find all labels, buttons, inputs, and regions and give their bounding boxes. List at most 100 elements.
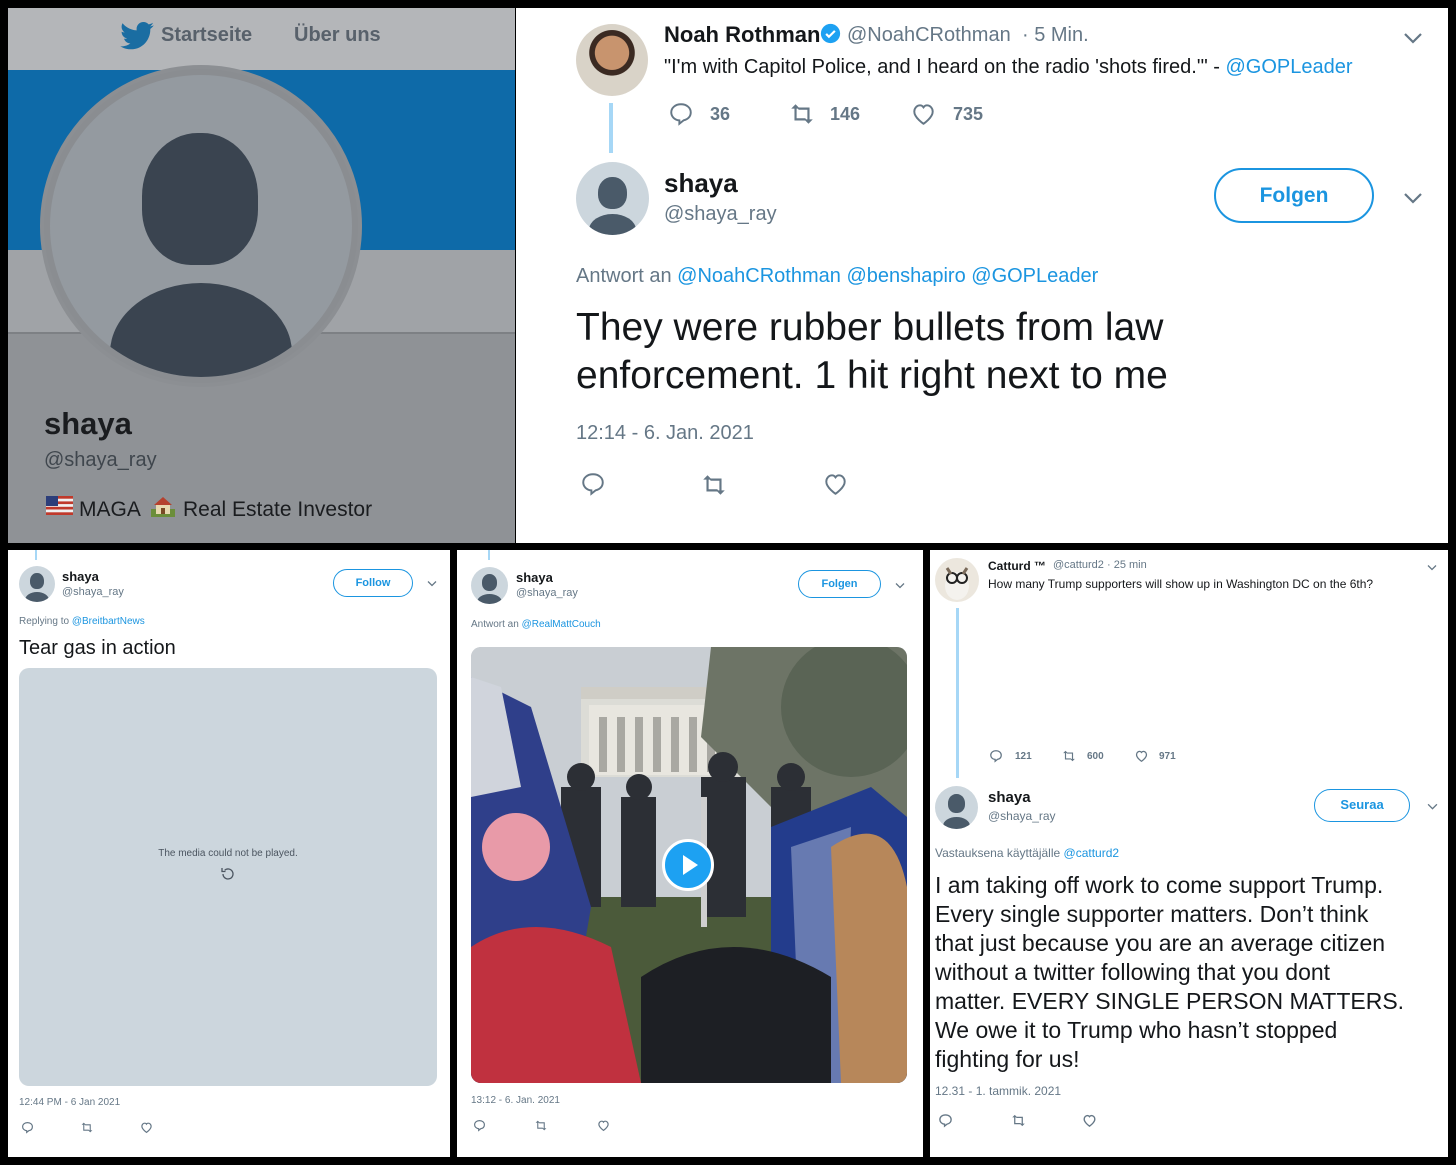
shaya-avatar[interactable] [471,567,508,604]
media-error-text: The media could not be played. [158,848,298,859]
nav-about-link[interactable]: Über uns [294,24,381,47]
video-player[interactable] [471,647,907,1083]
thread-line [35,550,37,560]
heart-icon[interactable] [597,1119,610,1132]
parent-author-handle[interactable]: @NoahCRothman [847,24,1011,47]
like-count: 971 [1159,750,1176,762]
house-icon [149,493,177,517]
verified-badge-icon [820,23,841,44]
follow-button[interactable]: Seuraa [1314,789,1410,822]
reply-mention-link[interactable]: @catturd2 [1064,846,1120,860]
retweet-icon[interactable] [1010,1113,1027,1128]
media-player[interactable]: The media could not be played. [19,668,437,1086]
catturd-tweet-panel: Catturd ™ @catturd2 · 25 min How many Tr… [930,550,1448,1157]
retweet-icon[interactable] [700,472,728,498]
chevron-down-icon[interactable] [895,582,905,589]
like-button[interactable]: 735 [910,101,983,127]
author-handle[interactable]: @shaya_ray [988,809,1056,823]
profile-nav [8,8,515,71]
follow-button[interactable]: Follow [333,569,413,597]
reply-icon [670,103,692,126]
tweet-text-line: matter. EVERY SINGLE PERSON MATTERS. [935,988,1405,1014]
reply-mentions-link[interactable]: @NoahCRothman @benshapiro @GOPLeader [677,265,1098,287]
shaya-avatar[interactable] [19,566,55,602]
author-name[interactable]: shaya [516,570,553,585]
chevron-down-icon[interactable] [1403,192,1423,204]
noah-avatar[interactable] [576,24,648,96]
twitter-bird-icon[interactable] [120,22,154,50]
heart-icon[interactable] [822,471,849,497]
parent-time: · 5 Min. [1022,24,1089,46]
reply-mention-link[interactable]: @RealMattCouch [522,619,601,630]
parent-tweet-text: How many Trump supporters will show up i… [988,577,1374,591]
reply-prefix: Antwort an [471,619,519,630]
reply-button[interactable]: 121 [989,749,1032,763]
retry-icon[interactable] [220,866,236,882]
profile-avatar[interactable] [40,65,362,387]
us-flag-icon [46,496,73,515]
thread-line [488,550,490,560]
tweet-text-line: fighting for us! [935,1046,1080,1072]
reply-context: Vastauksena käyttäjälle @catturd2 [935,846,1119,860]
heart-icon [1135,750,1148,763]
like-button[interactable]: 971 [1134,749,1176,763]
reply-context: Antwort an @RealMattCouch [471,619,601,630]
retweet-icon [1063,750,1075,762]
follow-button[interactable]: Folgen [798,570,881,598]
reply-icon[interactable] [938,1113,953,1128]
parent-text: "I'm with Capitol Police, and I heard on… [664,56,1220,78]
reply-button[interactable]: 36 [668,101,730,127]
parent-author-name[interactable]: Noah Rothman [664,22,820,48]
tweet-timestamp[interactable]: 13:12 - 6. Jan. 2021 [471,1095,560,1106]
tweet-timestamp[interactable]: 12:14 - 6. Jan. 2021 [576,422,754,445]
reply-icon[interactable] [473,1119,486,1132]
reply-icon [990,750,1002,763]
author-handle[interactable]: @shaya_ray [664,203,777,226]
author-name[interactable]: shaya [62,569,99,584]
parent-author-name[interactable]: Catturd ™ [988,559,1046,573]
shaya-avatar[interactable] [935,786,978,829]
retweet-button[interactable]: 146 [788,101,860,127]
main-tweet-panel: Noah Rothman @NoahCRothman · 5 Min. "I'm… [516,8,1448,543]
follow-button[interactable]: Folgen [1214,168,1374,223]
chevron-down-icon[interactable] [1427,564,1437,571]
tweet-timestamp[interactable]: 12.31 - 1. tammik. 2021 [935,1084,1061,1098]
author-handle[interactable]: @shaya_ray [516,587,578,599]
reply-context: Replying to @BreitbartNews [19,616,145,627]
teargas-tweet-panel: shaya @shaya_ray Follow Replying to @Bre… [8,550,450,1157]
chevron-down-icon[interactable] [1403,32,1423,44]
bio-real-estate: Real Estate Investor [183,498,373,521]
bio-maga: MAGA [79,498,141,521]
chevron-down-icon[interactable] [1427,803,1438,810]
retweet-icon [791,104,813,124]
play-button-icon[interactable] [662,839,714,891]
reply-count: 121 [1015,750,1032,762]
nav-home-link[interactable]: Startseite [161,24,252,47]
heart-icon[interactable] [1082,1113,1097,1128]
catturd-avatar[interactable] [935,558,979,602]
reply-mention-link[interactable]: @BreitbartNews [72,616,145,627]
author-handle[interactable]: @shaya_ray [62,586,124,598]
video-tweet-panel: shaya @shaya_ray Folgen Antwort an @Real… [457,550,923,1157]
shaya-avatar[interactable] [576,162,649,235]
tweet-timestamp[interactable]: 12:44 PM - 6 Jan 2021 [19,1097,120,1108]
tweet-text-line2: enforcement. 1 hit right next to me [576,354,1168,397]
reply-prefix: Vastauksena käyttäjälle [935,846,1061,860]
reply-icon[interactable] [21,1121,34,1134]
retweet-count: 600 [1087,750,1104,762]
reply-icon[interactable] [580,471,606,497]
retweet-icon[interactable] [534,1119,548,1132]
heart-icon [913,104,934,125]
profile-panel: Startseite Über uns shaya @shaya_ray MAG… [8,8,515,543]
author-name[interactable]: shaya [664,168,738,199]
author-name[interactable]: shaya [988,789,1031,806]
heart-icon[interactable] [140,1121,153,1134]
chevron-down-icon[interactable] [427,580,437,587]
retweet-button[interactable]: 600 [1061,749,1104,763]
parent-handle[interactable]: @catturd2 [1053,559,1104,571]
parent-mention-link[interactable]: @GOPLeader [1226,56,1353,78]
tweet-text-line: without a twitter following that you don… [935,959,1331,985]
retweet-icon[interactable] [80,1121,94,1134]
tweet-text-line: Every single supporter matters. Don’t th… [935,901,1369,927]
reply-prefix: Antwort an [576,265,672,287]
